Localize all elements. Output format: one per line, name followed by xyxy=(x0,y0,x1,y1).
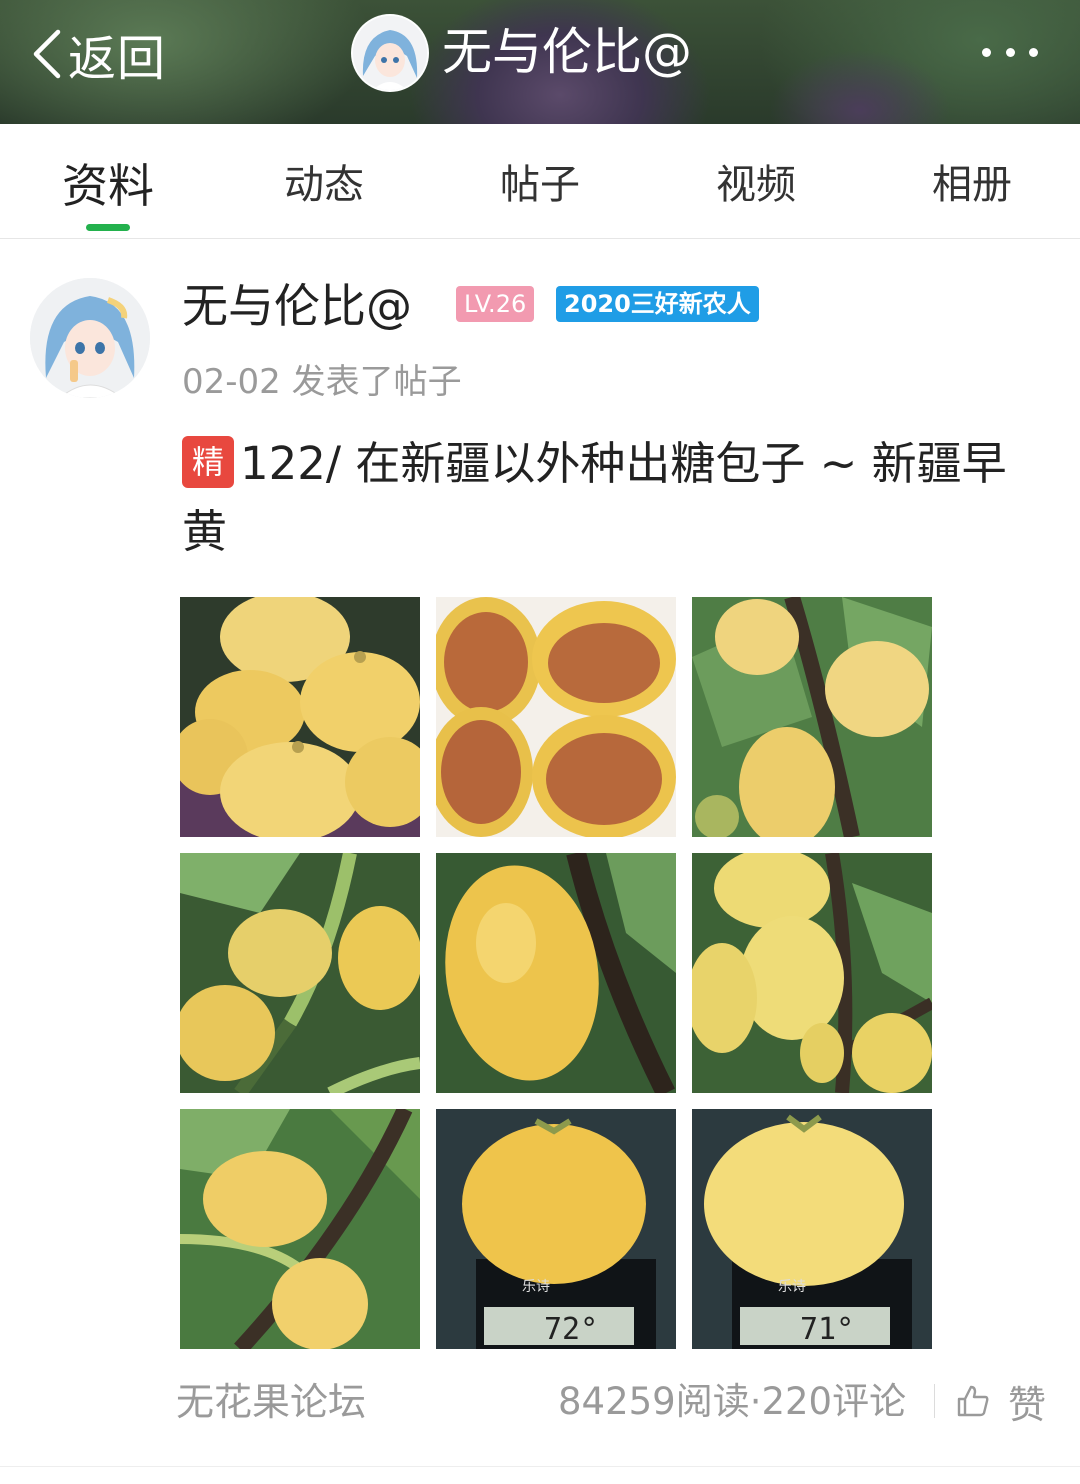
post-image-3[interactable] xyxy=(692,597,932,837)
post-title-text: 122/ 在新疆以外种出糖包子 ~ 新疆早黄 xyxy=(182,437,1007,558)
scale-brand-1: 乐诗 xyxy=(522,1279,550,1295)
scale-reading-1: 72° xyxy=(544,1312,598,1347)
tab-videos[interactable]: 视频 xyxy=(648,124,864,238)
more-options-button[interactable] xyxy=(982,40,1038,64)
tab-albums[interactable]: 相册 xyxy=(864,124,1080,238)
post-image-1[interactable] xyxy=(180,597,420,837)
profile-header: 返回 无与伦比@ xyxy=(0,0,1080,124)
back-button[interactable]: 返回 xyxy=(28,22,167,87)
post-image-2[interactable] xyxy=(436,597,676,837)
post-meta: 02-02 发表了帖子 xyxy=(182,360,462,404)
back-label: 返回 xyxy=(68,31,167,87)
post-image-5[interactable] xyxy=(436,853,676,1093)
featured-badge: 精 xyxy=(182,436,234,488)
post-stats: 84259阅读·220评论 xyxy=(558,1380,907,1423)
tab-posts[interactable]: 帖子 xyxy=(432,124,648,238)
tab-activity[interactable]: 动态 xyxy=(216,124,432,238)
like-button[interactable]: 赞 xyxy=(956,1376,1047,1427)
back-chevron-icon xyxy=(33,29,61,79)
image-grid: 乐诗 72° 乐诗 71° xyxy=(180,597,932,1349)
thumbs-up-icon xyxy=(957,1385,989,1417)
more-dots-icon xyxy=(982,47,991,57)
post-image-9[interactable]: 乐诗 71° xyxy=(692,1109,932,1349)
tab-profile[interactable]: 资料 xyxy=(0,124,216,238)
post-image-6[interactable] xyxy=(692,853,932,1093)
scale-reading-2: 71° xyxy=(800,1312,854,1347)
profile-tabs: 资料 动态 帖子 视频 相册 xyxy=(0,124,1080,239)
bottom-divider xyxy=(0,1466,1080,1467)
like-label: 赞 xyxy=(1008,1382,1047,1427)
author-avatar[interactable] xyxy=(30,278,150,398)
post-title[interactable]: 精 122/ 在新疆以外种出糖包子 ~ 新疆早黄 xyxy=(182,430,1022,566)
post-image-7[interactable] xyxy=(180,1109,420,1349)
honor-badge: 2020三好新农人 xyxy=(556,286,759,322)
forum-link[interactable]: 无花果论坛 xyxy=(176,1378,366,1426)
scale-brand-2: 乐诗 xyxy=(778,1279,806,1295)
post-author[interactable]: 无与伦比@ xyxy=(182,276,412,336)
header-avatar[interactable] xyxy=(351,14,429,92)
post-image-8[interactable]: 乐诗 72° xyxy=(436,1109,676,1349)
post-image-4[interactable] xyxy=(180,853,420,1093)
post-action: 发表了帖子 xyxy=(291,362,462,402)
footer-divider xyxy=(934,1384,935,1418)
level-badge: LV.26 xyxy=(456,286,535,322)
post-date: 02-02 xyxy=(182,362,281,402)
header-username: 无与伦比@ xyxy=(442,23,692,81)
active-tab-indicator xyxy=(86,224,130,231)
